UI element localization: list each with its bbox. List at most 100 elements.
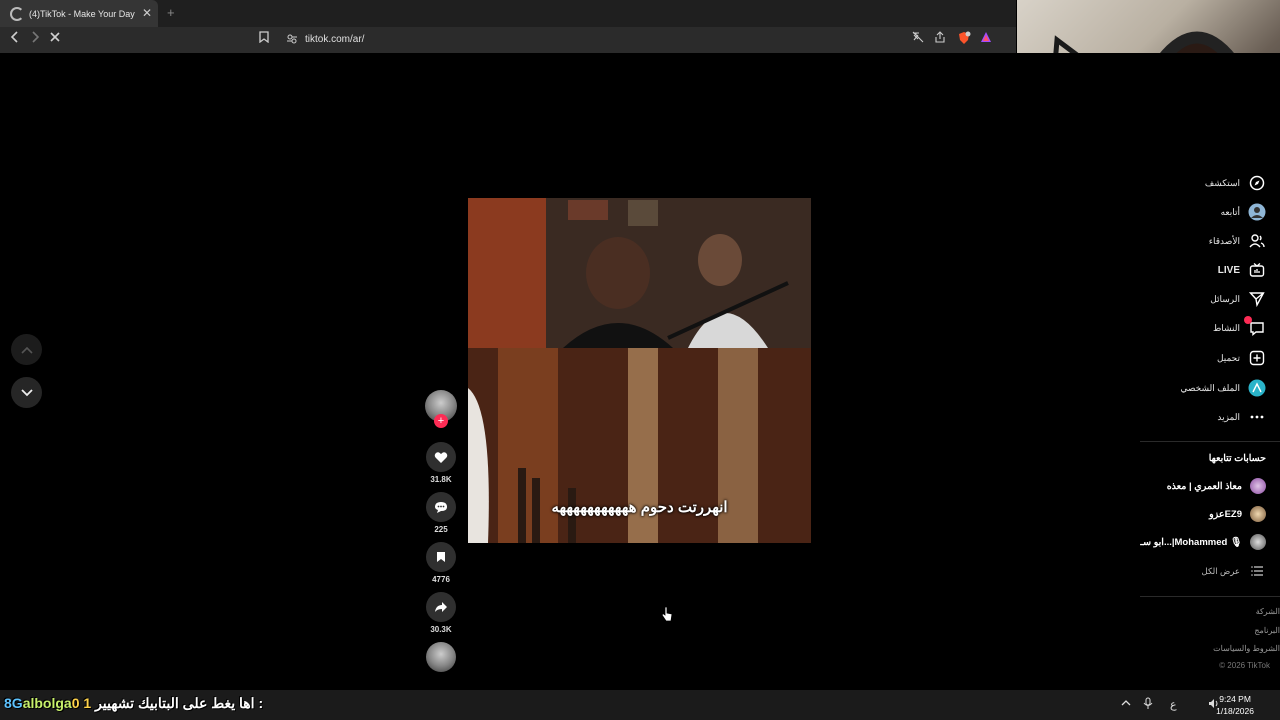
footer-link-program[interactable]: البرنامج: [1254, 626, 1280, 635]
account-avatar: [1250, 506, 1266, 522]
copyright: © 2026 TikTok: [1219, 661, 1270, 670]
see-all-label: عرض الكل: [1201, 565, 1240, 576]
address-bar[interactable]: tiktok.com/ar/: [250, 30, 1000, 50]
compass-icon: [1248, 174, 1266, 192]
heart-icon: [434, 451, 448, 463]
microphone-icon[interactable]: [1143, 697, 1153, 713]
video-player[interactable]: انهررتت دحوم هههههههههههه: [468, 198, 811, 543]
system-clock[interactable]: 9:24 PM 1/18/2026: [1216, 693, 1254, 717]
following-avatar-icon: [1248, 203, 1266, 221]
sidebar-item-label: استكشف: [1204, 177, 1240, 188]
brave-shield-icon[interactable]: [957, 31, 971, 48]
sidebar-item-explore[interactable]: استكشف: [1205, 172, 1266, 194]
save-count: 4776: [432, 575, 450, 584]
sound-disc-avatar[interactable]: [426, 642, 456, 672]
overlay-username: albolga: [22, 695, 72, 711]
activity-icon: [1244, 316, 1266, 337]
sidebar-item-upload[interactable]: تحميل: [1217, 347, 1266, 369]
list-icon: [1248, 562, 1266, 580]
back-icon[interactable]: [10, 31, 20, 46]
sidebar-item-label: أتابعه: [1220, 206, 1240, 217]
chevron-up-icon: [20, 346, 33, 354]
sidebar-item-label: LIVE: [1217, 264, 1240, 276]
browser-tab[interactable]: (4)TikTok - Make Your Day ✕: [0, 0, 158, 27]
comment-icon: [435, 501, 447, 513]
hand-cursor-icon: [661, 606, 673, 625]
sidebar-item-live[interactable]: LIVE: [1218, 259, 1266, 281]
site-info-icon[interactable]: [286, 33, 298, 48]
sidebar-item-following[interactable]: أتابعه: [1221, 201, 1266, 223]
share-button[interactable]: [426, 592, 456, 622]
comment-count: 225: [434, 525, 448, 534]
notification-badge: [1244, 316, 1252, 324]
video-subtitle: انهررتت دحوم هههههههههههه: [551, 499, 728, 516]
chevron-up-icon[interactable]: [1121, 698, 1131, 710]
video-frame-top: [468, 198, 811, 348]
input-language[interactable]: ع: [1170, 698, 1177, 711]
account-name: عزوEZ9: [1209, 508, 1242, 520]
account-name: معاذ العمري | معذه: [1166, 480, 1242, 492]
sidebar-item-label: الأصدقاء: [1208, 235, 1240, 246]
sidebar-divider: [1140, 441, 1280, 442]
new-tab-icon[interactable]: +: [167, 5, 175, 20]
share-icon[interactable]: [934, 31, 946, 46]
sidebar-item-friends[interactable]: الأصدقاء: [1209, 230, 1266, 252]
save-button[interactable]: [426, 542, 456, 572]
creator-avatar[interactable]: +: [425, 390, 457, 428]
sidebar-item-messages[interactable]: الرسائل: [1210, 288, 1266, 310]
sidebar-item-label: تحميل: [1216, 352, 1240, 363]
account-avatar: [1250, 478, 1266, 494]
friends-icon: [1248, 232, 1266, 250]
overlay-message: اها يغط على البتابيك تشهيير :: [95, 695, 264, 711]
share-arrow-icon: [435, 602, 447, 612]
sidebar-item-activity[interactable]: النشاط: [1212, 316, 1266, 339]
overlay-badge: 8G: [4, 695, 23, 711]
sidebar-item-profile[interactable]: الملف الشخصي: [1180, 377, 1266, 399]
footer-link-company[interactable]: الشركة: [1256, 607, 1280, 616]
sidebar-item-more[interactable]: المزيد: [1217, 406, 1266, 428]
footer-link-terms[interactable]: الشروط والسياسات: [1213, 644, 1280, 653]
sidebar-divider: [1140, 596, 1280, 597]
close-tab-icon[interactable]: ✕: [142, 6, 152, 20]
following-accounts-title: حسابات تتابعها: [1208, 453, 1266, 464]
clock-date: 1/18/2026: [1216, 706, 1254, 716]
like-button[interactable]: [426, 442, 456, 472]
send-icon: [1248, 290, 1266, 308]
windows-taskbar: 8Galbolga0 1 اها يغط على البتابيك تشهيير…: [0, 690, 1280, 720]
following-account[interactable]: عزوEZ9: [1209, 506, 1266, 522]
forward-icon[interactable]: [30, 31, 40, 46]
video-action-rail: + 31.8K 225 4776 30.3K: [424, 390, 458, 672]
overlay-digits: 0 1: [71, 695, 92, 711]
like-count: 31.8K: [430, 475, 452, 484]
bookmark-icon: [437, 552, 445, 562]
following-account[interactable]: ابو سـ...|Mohammed 🎙: [1140, 534, 1266, 550]
clock-time: 9:24 PM: [1219, 694, 1251, 704]
previous-video-button[interactable]: [11, 334, 42, 365]
browser-toolbar: tiktok.com/ar/: [0, 27, 1016, 53]
more-dots-icon: [1248, 408, 1266, 426]
stream-overlay-text: 8Galbolga0 1 اها يغط على البتابيك تشهيير…: [4, 695, 263, 712]
browser-tab-bar: (4)TikTok - Make Your Day ✕ +: [0, 0, 1016, 27]
live-tv-icon: [1248, 261, 1266, 279]
loading-spinner-icon: [10, 6, 24, 21]
video-scene-top: [468, 198, 811, 348]
see-all-link[interactable]: عرض الكل: [1202, 560, 1266, 582]
sidebar-item-label: المزيد: [1217, 411, 1240, 422]
follow-plus-icon[interactable]: +: [434, 414, 448, 428]
translate-off-icon[interactable]: [912, 31, 924, 46]
sidebar-item-label: الرسائل: [1210, 293, 1240, 304]
chevron-down-icon: [20, 388, 33, 396]
upload-plus-icon: [1248, 349, 1266, 367]
tab-title: (4)TikTok - Make Your Day: [29, 8, 135, 19]
comment-button[interactable]: [426, 492, 456, 522]
sidebar-item-label: الملف الشخصي: [1180, 382, 1240, 393]
url-text: tiktok.com/ar/: [305, 34, 365, 45]
next-video-button[interactable]: [11, 377, 42, 408]
following-account[interactable]: معاذ العمري | معذه: [1167, 478, 1266, 494]
share-count: 30.3K: [430, 625, 452, 634]
sidebar-item-label: النشاط: [1212, 322, 1240, 333]
profile-avatar-icon: [1248, 379, 1266, 397]
brave-rewards-icon[interactable]: [980, 31, 992, 46]
stop-loading-icon[interactable]: [49, 31, 61, 46]
account-avatar: [1250, 534, 1266, 550]
